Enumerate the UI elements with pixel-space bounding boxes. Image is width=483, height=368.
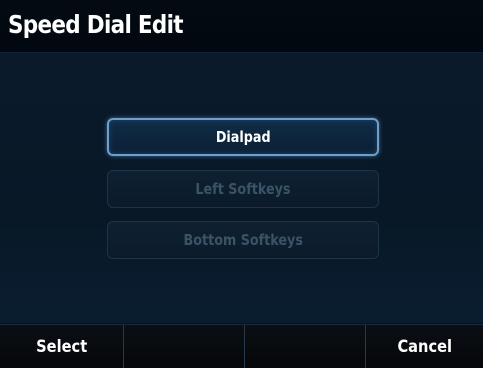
phone-screen: Speed Dial Edit Dialpad Left Softkeys Bo…	[0, 0, 483, 368]
menu-item-label: Left Softkeys	[195, 180, 291, 198]
menu-item-dialpad[interactable]: Dialpad	[107, 118, 379, 156]
softkey-2[interactable]	[123, 325, 244, 368]
softkey-label: Select	[35, 337, 88, 357]
menu-item-left-softkeys: Left Softkeys	[107, 170, 379, 208]
title-bar: Speed Dial Edit	[0, 0, 483, 53]
menu-item-label: Bottom Softkeys	[183, 231, 303, 249]
page-title: Speed Dial Edit	[8, 10, 184, 39]
softkey-3[interactable]	[244, 325, 365, 368]
menu-item-label: Dialpad	[215, 128, 271, 146]
menu-item-bottom-softkeys: Bottom Softkeys	[107, 221, 379, 259]
menu-area: Dialpad Left Softkeys Bottom Softkeys	[0, 53, 483, 323]
cancel-softkey[interactable]: Cancel	[365, 325, 483, 368]
softkey-bar: Select Cancel	[0, 324, 483, 368]
softkey-label: Cancel	[397, 337, 452, 357]
select-softkey[interactable]: Select	[0, 325, 123, 368]
